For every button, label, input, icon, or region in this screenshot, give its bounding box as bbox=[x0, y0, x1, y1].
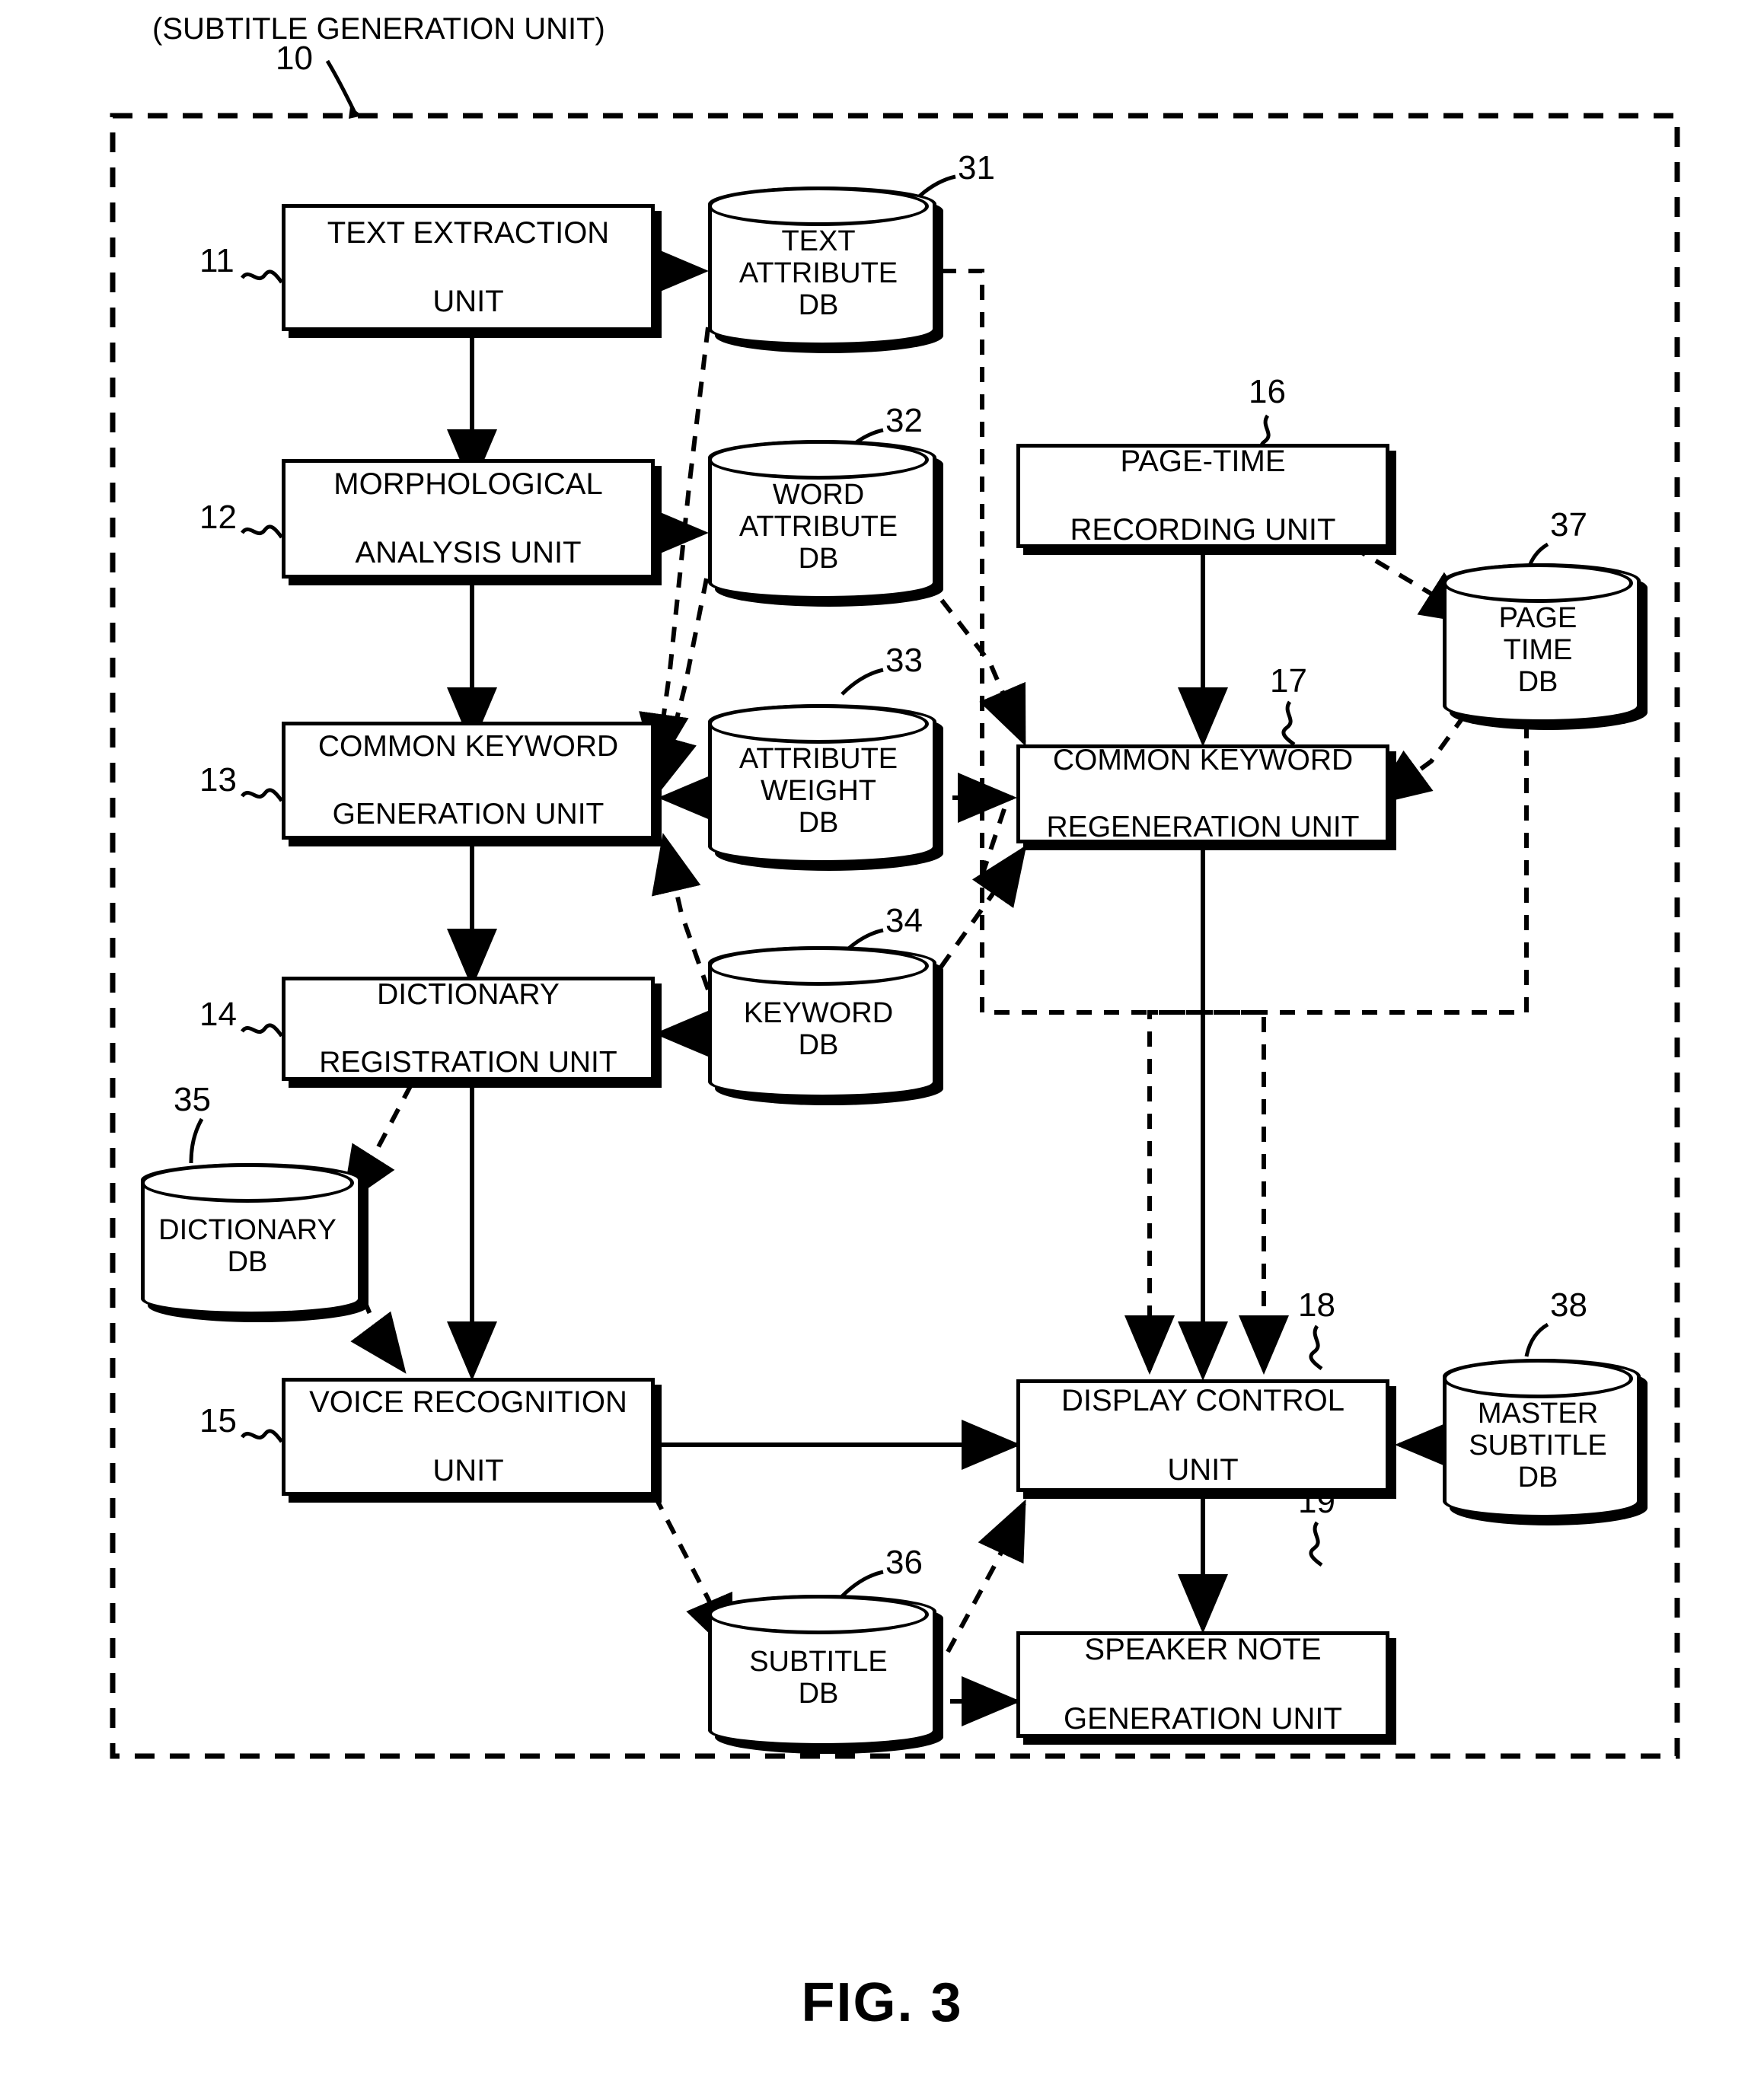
unit-display-control-line1: DISPLAY CONTROL bbox=[1061, 1384, 1345, 1418]
unit-dictionary-registration[interactable]: DICTIONARY REGISTRATION UNIT bbox=[282, 977, 655, 1081]
ref-35: 35 bbox=[174, 1081, 211, 1118]
db-attribute-weight-line2: WEIGHT bbox=[761, 775, 876, 808]
unit-page-time-recording-line1: PAGE-TIME bbox=[1120, 444, 1286, 478]
db-dictionary[interactable]: DICTIONARY DB bbox=[141, 1163, 362, 1315]
db-text-attribute-line3: DB bbox=[798, 288, 839, 321]
ref-16: 16 bbox=[1249, 373, 1286, 410]
unit-page-time-recording-line2: RECORDING UNIT bbox=[1070, 513, 1336, 547]
db-subtitle[interactable]: SUBTITLE DB bbox=[708, 1595, 936, 1747]
ref-14: 14 bbox=[199, 996, 237, 1033]
ref-34: 34 bbox=[885, 902, 923, 939]
db-master-subtitle-line3: DB bbox=[1517, 1461, 1558, 1493]
ref-18: 18 bbox=[1298, 1286, 1335, 1324]
unit-dictionary-registration-line2: REGISTRATION UNIT bbox=[319, 1045, 617, 1079]
db-dictionary-line2: DB bbox=[227, 1246, 268, 1278]
db-attribute-weight[interactable]: ATTRIBUTE WEIGHT DB bbox=[708, 704, 936, 864]
ref-12: 12 bbox=[199, 499, 237, 536]
unit-display-control-line2: UNIT bbox=[1167, 1452, 1239, 1487]
ref-38: 38 bbox=[1550, 1286, 1587, 1324]
db-keyword-line1: KEYWORD bbox=[743, 997, 894, 1030]
unit-common-keyword-generation[interactable]: COMMON KEYWORD GENERATION UNIT bbox=[282, 722, 655, 840]
unit-dictionary-registration-line1: DICTIONARY bbox=[377, 978, 560, 1012]
unit-common-keyword-regeneration[interactable]: COMMON KEYWORD REGENERATION UNIT bbox=[1016, 744, 1389, 843]
db-word-attribute[interactable]: WORD ATTRIBUTE DB bbox=[708, 440, 936, 600]
ref-37: 37 bbox=[1550, 506, 1587, 544]
db-attribute-weight-line1: ATTRIBUTE bbox=[738, 743, 898, 776]
db-master-subtitle[interactable]: MASTER SUBTITLE DB bbox=[1443, 1359, 1641, 1519]
unit-common-keyword-generation-line2: GENERATION UNIT bbox=[332, 797, 604, 830]
unit-display-control[interactable]: DISPLAY CONTROL UNIT bbox=[1016, 1379, 1389, 1492]
ref-36: 36 bbox=[885, 1544, 923, 1581]
unit-speaker-note-generation-line1: SPEAKER NOTE bbox=[1084, 1633, 1322, 1667]
unit-morphological-analysis[interactable]: MORPHOLOGICAL ANALYSIS UNIT bbox=[282, 459, 655, 579]
db-word-attribute-line1: WORD bbox=[772, 479, 865, 512]
unit-text-extraction[interactable]: TEXT EXTRACTION UNIT bbox=[282, 204, 655, 331]
unit-speaker-note-generation-line2: GENERATION UNIT bbox=[1064, 1701, 1342, 1736]
unit-voice-recognition-line2: UNIT bbox=[432, 1454, 504, 1488]
ref-31: 31 bbox=[958, 149, 995, 186]
db-page-time[interactable]: PAGE TIME DB bbox=[1443, 563, 1641, 723]
db-page-time-line1: PAGE bbox=[1498, 602, 1577, 635]
ref-32: 32 bbox=[885, 402, 923, 439]
unit-page-time-recording[interactable]: PAGE-TIME RECORDING UNIT bbox=[1016, 444, 1389, 548]
db-attribute-weight-line3: DB bbox=[798, 806, 839, 839]
unit-voice-recognition-line1: VOICE RECOGNITION bbox=[309, 1385, 627, 1419]
db-word-attribute-line2: ATTRIBUTE bbox=[738, 511, 898, 544]
ref-13: 13 bbox=[199, 761, 237, 799]
db-page-time-line2: TIME bbox=[1503, 634, 1573, 667]
db-subtitle-line1: SUBTITLE bbox=[749, 1646, 888, 1678]
ref-17: 17 bbox=[1270, 662, 1307, 700]
db-master-subtitle-line2: SUBTITLE bbox=[1469, 1430, 1607, 1462]
db-text-attribute-line2: ATTRIBUTE bbox=[738, 257, 898, 290]
db-text-attribute-line1: TEXT bbox=[781, 225, 856, 258]
figure-caption: FIG. 3 bbox=[801, 1972, 963, 2033]
unit-common-keyword-generation-line1: COMMON KEYWORD bbox=[317, 730, 619, 763]
ref-19: 19 bbox=[1298, 1483, 1335, 1520]
unit-common-keyword-regeneration-line2: REGENERATION UNIT bbox=[1046, 811, 1360, 844]
unit-morphological-analysis-line1: MORPHOLOGICAL bbox=[333, 467, 603, 501]
db-page-time-line3: DB bbox=[1517, 665, 1558, 698]
db-master-subtitle-line1: MASTER bbox=[1477, 1398, 1599, 1430]
unit-speaker-note-generation[interactable]: SPEAKER NOTE GENERATION UNIT bbox=[1016, 1631, 1389, 1738]
db-dictionary-line1: DICTIONARY bbox=[158, 1214, 337, 1247]
unit-morphological-analysis-line2: ANALYSIS UNIT bbox=[355, 536, 582, 570]
figure-canvas: (SUBTITLE GENERATION UNIT) 10 TEXT EXTRA… bbox=[0, 0, 1764, 2088]
db-word-attribute-line3: DB bbox=[798, 542, 839, 575]
db-subtitle-line2: DB bbox=[798, 1678, 839, 1710]
db-keyword-line2: DB bbox=[798, 1029, 839, 1061]
unit-voice-recognition[interactable]: VOICE RECOGNITION UNIT bbox=[282, 1378, 655, 1496]
db-text-attribute[interactable]: TEXT ATTRIBUTE DB bbox=[708, 186, 936, 346]
ref-15: 15 bbox=[199, 1402, 237, 1439]
db-keyword[interactable]: KEYWORD DB bbox=[708, 946, 936, 1098]
ref-11: 11 bbox=[199, 242, 234, 279]
unit-common-keyword-regeneration-line1: COMMON KEYWORD bbox=[1052, 743, 1354, 776]
unit-text-extraction-line2: UNIT bbox=[432, 285, 504, 319]
unit-text-extraction-line1: TEXT EXTRACTION bbox=[327, 215, 610, 250]
ref-33: 33 bbox=[885, 642, 923, 679]
